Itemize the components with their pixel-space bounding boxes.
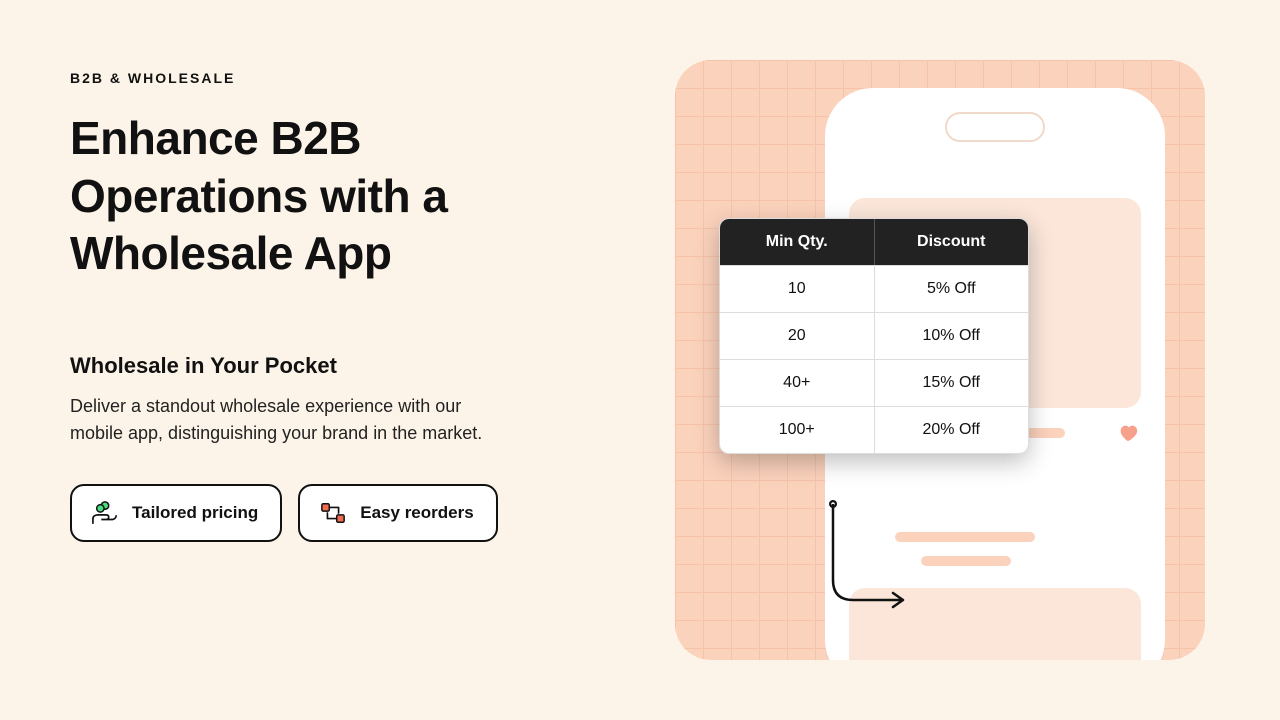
hand-coins-icon [90,500,120,526]
col-header-qty: Min Qty. [720,219,875,265]
subtitle: Wholesale in Your Pocket [70,353,560,379]
body-text: Deliver a standout wholesale experience … [70,393,510,449]
heart-icon [1117,422,1139,444]
left-column: B2B & WHOLESALE Enhance B2B Operations w… [0,0,600,720]
eyebrow-label: B2B & WHOLESALE [70,70,560,86]
headline: Enhance B2B Operations with a Wholesale … [70,110,560,283]
cell-qty: 20 [720,313,875,359]
reorder-icon [318,500,348,526]
cell-qty: 10 [720,266,875,312]
pill-label: Tailored pricing [132,503,258,523]
right-column: Min Qty. Discount 10 5% Off 20 10% Off 4… [600,0,1280,720]
col-header-discount: Discount [875,219,1029,265]
feature-pills: Tailored pricing Easy reorders [70,484,560,542]
placeholder-line [1025,428,1065,438]
phone-notch [945,112,1045,142]
cell-discount: 10% Off [875,313,1029,359]
placeholder-line [921,556,1011,566]
cell-discount: 5% Off [875,266,1029,312]
cell-discount: 15% Off [875,360,1029,406]
illustration-panel: Min Qty. Discount 10 5% Off 20 10% Off 4… [675,60,1205,660]
table-row: 20 10% Off [720,312,1028,359]
cell-qty: 40+ [720,360,875,406]
cell-discount: 20% Off [875,407,1029,453]
table-row: 100+ 20% Off [720,406,1028,453]
pill-easy-reorders: Easy reorders [298,484,497,542]
connector-arrow [829,500,919,620]
table-row: 40+ 15% Off [720,359,1028,406]
cell-qty: 100+ [720,407,875,453]
table-header: Min Qty. Discount [720,219,1028,265]
discount-table: Min Qty. Discount 10 5% Off 20 10% Off 4… [719,218,1029,454]
pill-tailored-pricing: Tailored pricing [70,484,282,542]
pill-label: Easy reorders [360,503,473,523]
table-row: 10 5% Off [720,265,1028,312]
